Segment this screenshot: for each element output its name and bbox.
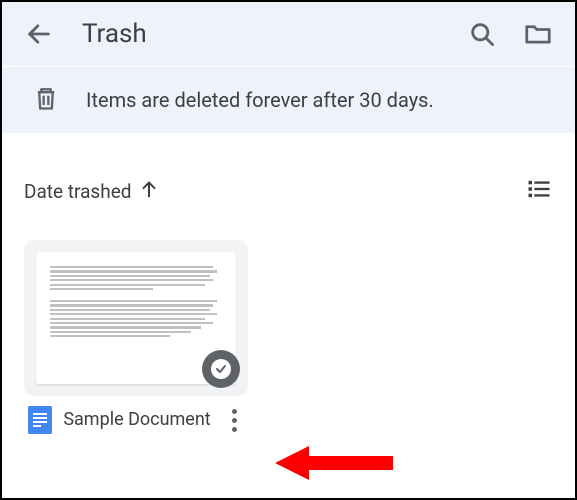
document-grid: Sample Document bbox=[2, 218, 575, 456]
sort-direction-button[interactable] bbox=[138, 178, 160, 205]
search-button[interactable] bbox=[463, 15, 501, 53]
sort-label[interactable]: Date trashed bbox=[24, 180, 132, 203]
app-top-bar: Trash bbox=[2, 2, 575, 66]
document-title: Sample Document bbox=[52, 409, 222, 432]
document-more-button[interactable] bbox=[222, 409, 246, 432]
document-card[interactable]: Sample Document bbox=[24, 240, 248, 434]
sort-row: Date trashed bbox=[2, 133, 575, 218]
arrow-left-icon bbox=[25, 20, 53, 48]
page-title: Trash bbox=[82, 19, 463, 49]
check-icon bbox=[215, 363, 227, 375]
folder-button[interactable] bbox=[519, 15, 557, 53]
selected-badge bbox=[202, 350, 240, 388]
trash-icon bbox=[32, 84, 60, 117]
google-docs-icon bbox=[28, 406, 52, 434]
back-button[interactable] bbox=[20, 15, 58, 53]
arrow-up-icon bbox=[138, 178, 160, 200]
document-meta-row: Sample Document bbox=[24, 396, 248, 434]
document-thumbnail[interactable] bbox=[24, 240, 248, 396]
info-banner: Items are deleted forever after 30 days. bbox=[2, 67, 575, 133]
view-toggle-button[interactable] bbox=[525, 175, 553, 208]
info-banner-text: Items are deleted forever after 30 days. bbox=[86, 88, 434, 112]
search-icon bbox=[468, 20, 496, 48]
list-view-icon bbox=[525, 175, 553, 203]
folder-icon bbox=[523, 19, 553, 49]
